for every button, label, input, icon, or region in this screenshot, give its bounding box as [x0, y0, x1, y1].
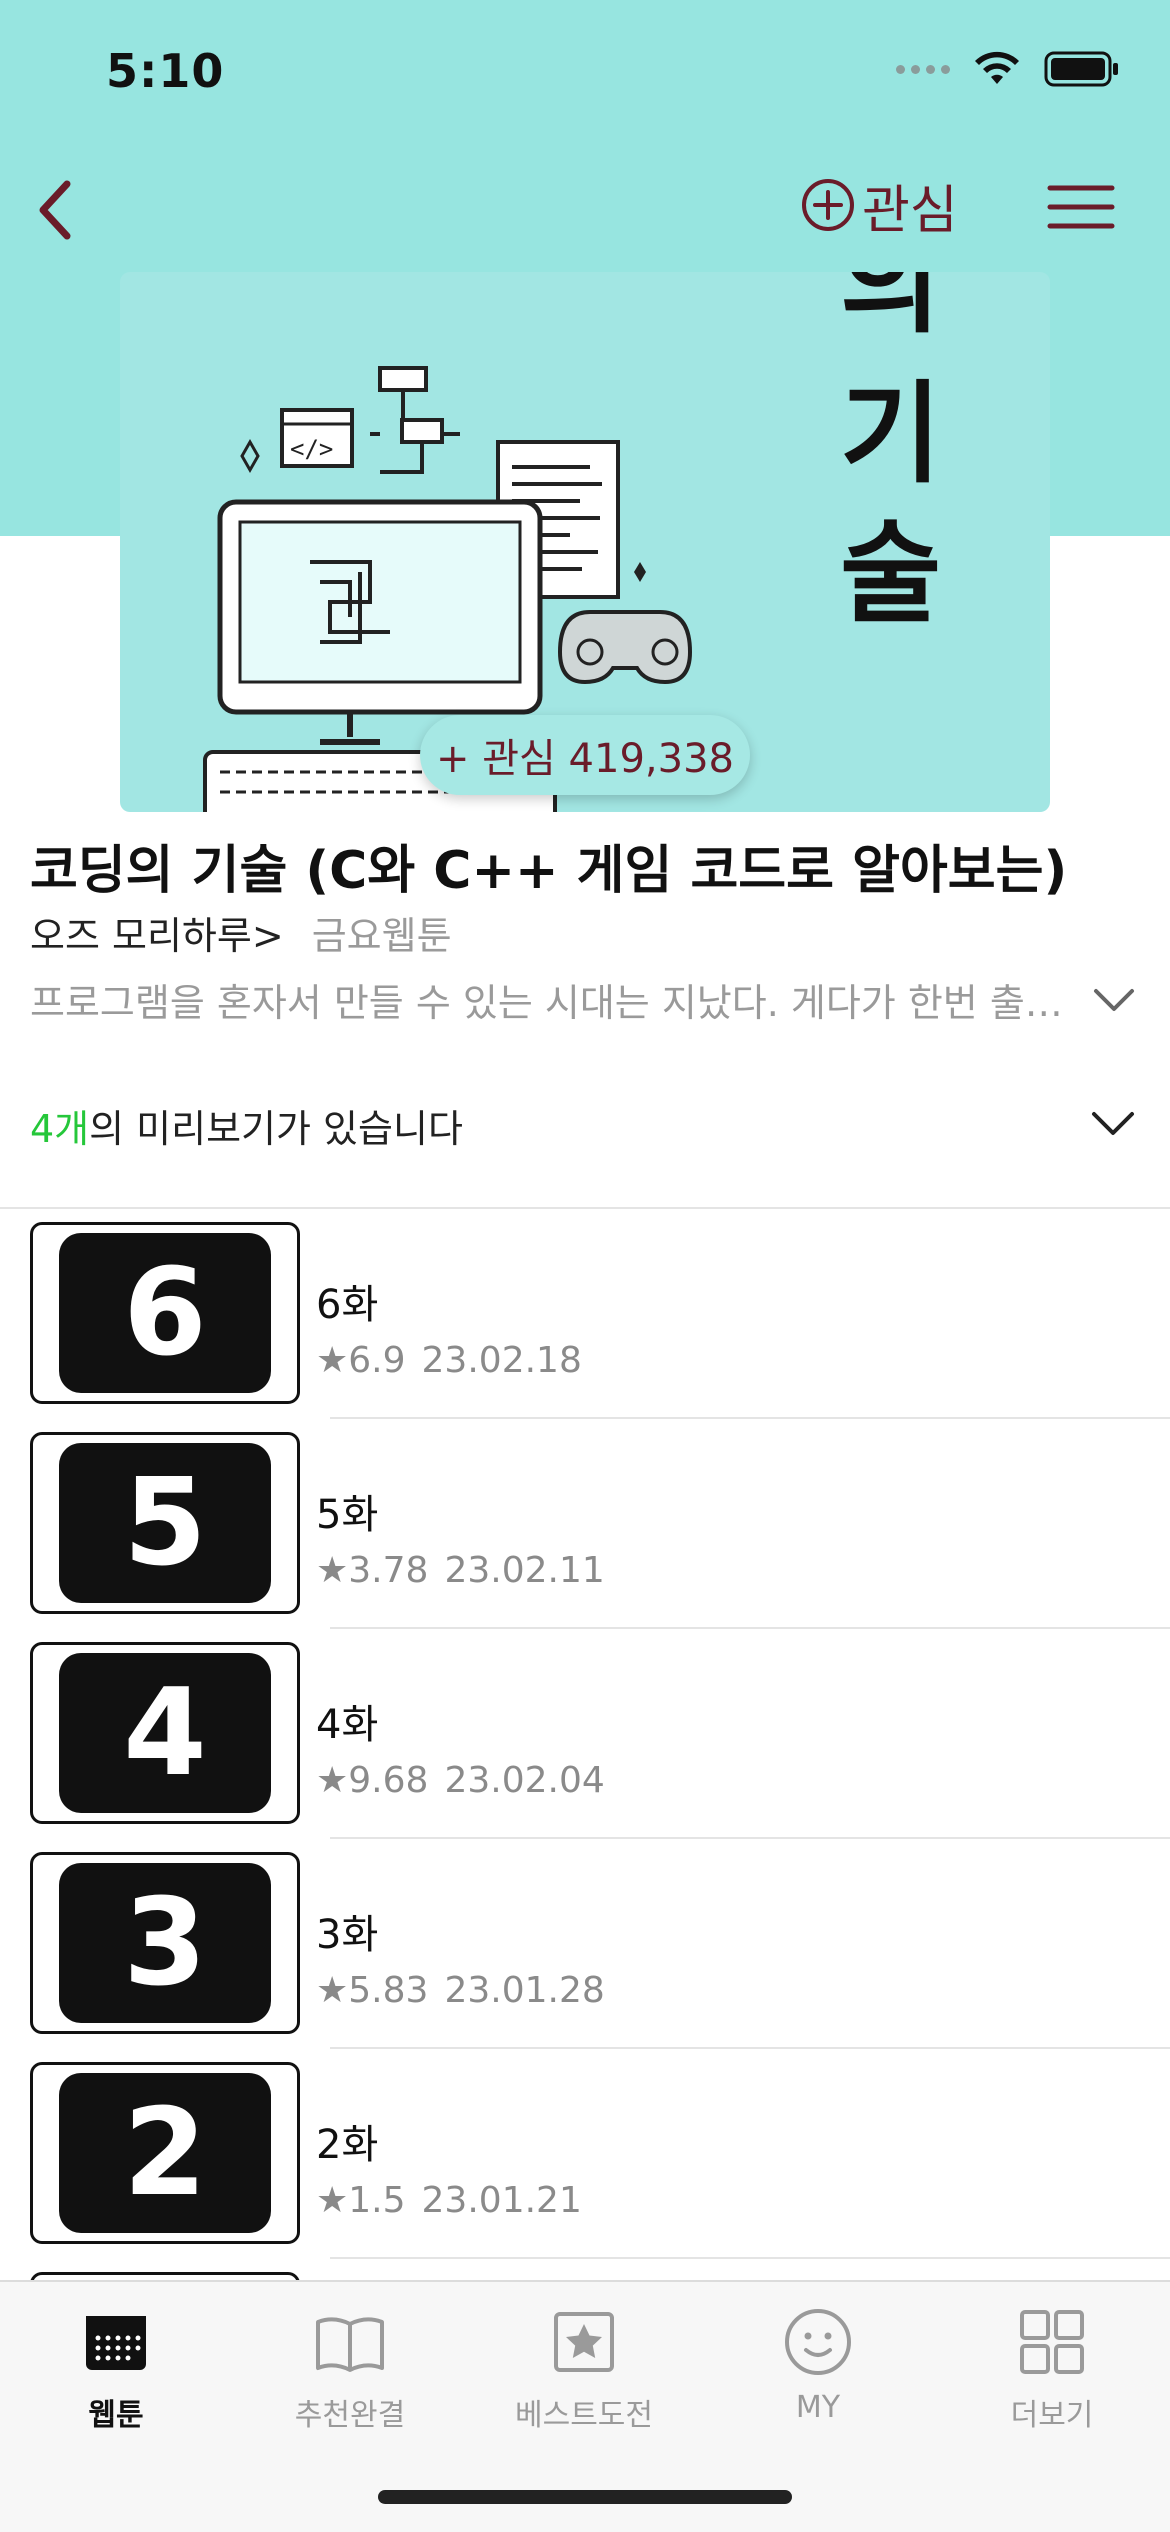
favorite-button[interactable]: 관심: [800, 170, 958, 241]
episode-number: 5: [59, 1443, 271, 1603]
preview-notice[interactable]: 4개의 미리보기가 있습니다: [30, 1098, 463, 1153]
episode-row[interactable]: 3 3화 ★5.83 23.01.28: [0, 1852, 1170, 2062]
smiley-icon: [785, 2309, 851, 2375]
episode-title: 5화: [316, 1492, 379, 1538]
episode-title: 2화: [316, 2122, 379, 2168]
episode-number: 4: [59, 1653, 271, 1813]
synopsis-text: 프로그램을 혼자서 만들 수 있는 시대는 지났다. 게다가 한번 출시하고 끝…: [30, 981, 1080, 1025]
calendar-icon: [86, 2316, 146, 2370]
episode-date: 23.02.04: [444, 1760, 605, 1801]
episode-date: 23.02.18: [421, 1340, 582, 1381]
episode-meta: ★1.5 23.01.21: [316, 2180, 582, 2221]
menu-button[interactable]: [1046, 180, 1116, 234]
publish-day: 금요웹툰: [311, 914, 452, 958]
app-root: 5:10 관심 의 기 술 </> + 관심 419,338 코딩의 기술 (C…: [0, 0, 1170, 2532]
episode-rating: ★6.9: [316, 1340, 406, 1381]
episode-date: 23.01.21: [421, 2180, 582, 2221]
plus-circle-icon: [802, 179, 854, 231]
preview-text: 의 미리보기가 있습니다: [89, 1107, 463, 1151]
episode-title: 3화: [316, 1912, 379, 1958]
battery-icon: [1044, 51, 1118, 87]
episode-rating: ★3.78: [316, 1550, 429, 1591]
episode-row[interactable]: 2 2화 ★1.5 23.01.21: [0, 2062, 1170, 2272]
episode-thumbnail: 2: [30, 2062, 300, 2244]
status-icons: [896, 50, 1120, 88]
episode-date: 23.01.28: [444, 1970, 605, 2011]
home-indicator[interactable]: [378, 2490, 792, 2504]
synopsis-expand-button[interactable]: [1092, 985, 1136, 1015]
episode-title: 4화: [316, 1702, 379, 1748]
svg-text:</>: </>: [290, 435, 333, 463]
cover-char-2: 기: [840, 370, 941, 498]
cover-char-3: 술: [840, 510, 941, 638]
tab-label: 추천완결: [294, 2398, 406, 2433]
episode-meta: ★9.68 23.02.04: [316, 1760, 605, 1801]
chevron-left-icon: [39, 180, 71, 240]
episode-number: 2: [59, 2073, 271, 2233]
favorite-count-button[interactable]: + 관심 419,338: [420, 715, 750, 795]
preview-expand-button[interactable]: [1090, 1108, 1136, 1138]
chevron-down-icon: [1092, 1112, 1134, 1135]
episode-thumbnail: 4: [30, 1642, 300, 1824]
tab-webtoon[interactable]: 웹툰: [31, 2302, 201, 2434]
grid-icon: [1020, 2310, 1084, 2374]
episode-number: 3: [59, 1863, 271, 2023]
tab-label: 웹툰: [88, 2398, 144, 2433]
tab-label: 더보기: [1010, 2398, 1094, 2433]
tab-more[interactable]: 더보기: [967, 2302, 1137, 2434]
episode-meta: ★3.78 23.02.11: [316, 1550, 605, 1591]
tab-label: 베스트도전: [515, 2398, 653, 2433]
episode-rating: ★9.68: [316, 1760, 429, 1801]
tab-label: MY: [795, 2390, 841, 2425]
row-divider: [330, 1627, 1170, 1629]
tab-best-challenge[interactable]: 베스트도전: [499, 2302, 669, 2434]
status-time: 5:10: [106, 44, 225, 98]
webtoon-meta: 오즈 모리하루> 금요웹툰: [30, 905, 452, 960]
episode-title: 6화: [316, 1282, 379, 1328]
episode-date: 23.02.11: [444, 1550, 605, 1591]
hamburger-icon: [1047, 185, 1115, 229]
row-divider: [330, 2047, 1170, 2049]
back-button[interactable]: [20, 170, 90, 250]
favorite-label: 관심: [862, 180, 958, 241]
section-divider: [0, 1207, 1170, 1209]
row-divider: [330, 1837, 1170, 1839]
episode-row[interactable]: 6 6화 ★6.9 23.02.18: [0, 1222, 1170, 1432]
episode-meta: ★6.9 23.02.18: [316, 1340, 582, 1381]
cover-char-1: 의: [840, 272, 941, 348]
episode-thumbnail: 6: [30, 1222, 300, 1404]
episode-rating: ★1.5: [316, 2180, 406, 2221]
episode-row[interactable]: 5 5화 ★3.78 23.02.11: [0, 1432, 1170, 1642]
chevron-down-icon: [1094, 989, 1134, 1011]
row-divider: [330, 1417, 1170, 1419]
author-link[interactable]: 오즈 모리하루>: [30, 905, 284, 960]
row-divider: [330, 2257, 1170, 2259]
tab-my[interactable]: MY: [733, 2302, 903, 2425]
webtoon-title: 코딩의 기술 (C와 C++ 게임 코드로 알아보는): [30, 841, 1068, 901]
star-square-icon: [554, 2312, 614, 2372]
episode-thumbnail: 5: [30, 1432, 300, 1614]
episode-rating: ★5.83: [316, 1970, 429, 2011]
preview-count: 4개: [30, 1107, 90, 1151]
wifi-icon: [975, 51, 1019, 84]
book-icon: [316, 2317, 384, 2372]
cellular-signal-icon: [896, 64, 950, 74]
episode-meta: ★5.83 23.01.28: [316, 1970, 605, 2011]
episode-thumbnail: 3: [30, 1852, 300, 2034]
tab-recommended-completed[interactable]: 추천완결: [265, 2302, 435, 2434]
episode-number: 6: [59, 1233, 271, 1393]
episode-row[interactable]: 4 4화 ★9.68 23.02.04: [0, 1642, 1170, 1852]
